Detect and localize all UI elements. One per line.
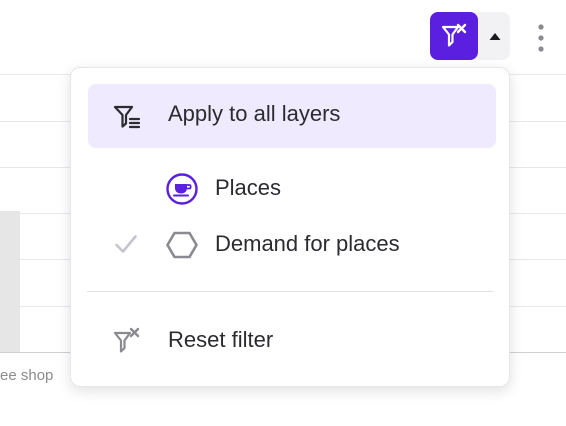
reset-filter-item[interactable]: Reset filter (88, 318, 496, 362)
caret-up-icon (489, 33, 501, 40)
layer-label-places: Places (215, 175, 282, 200)
filter-dropdown-menu: Apply to all layers Places Demand for pl… (70, 67, 510, 387)
menu-divider (87, 291, 493, 292)
layer-label-demand-for-places: Demand for places (215, 231, 400, 256)
cup-circle-icon (166, 173, 198, 205)
more-options-button[interactable] (526, 18, 556, 58)
filter-clear-icon (113, 327, 140, 353)
filter-list-icon (113, 105, 141, 129)
filter-button[interactable] (430, 12, 478, 60)
chart-category-label: ee shop (0, 367, 54, 384)
check-icon (115, 235, 137, 253)
hexagon-icon (166, 231, 198, 259)
more-vertical-icon (538, 24, 544, 52)
chart-bar (0, 211, 20, 352)
apply-to-all-layers-label: Apply to all layers (168, 101, 341, 126)
filter-menu-caret-button[interactable] (480, 12, 510, 60)
reset-filter-label: Reset filter (168, 327, 274, 352)
apply-to-all-layers-item[interactable]: Apply to all layers (88, 84, 496, 148)
layer-item-demand-for-places[interactable]: Demand for places (111, 224, 491, 264)
filter-clear-icon (441, 23, 467, 47)
screen: ee shop Apply to all layers Places Deman… (0, 0, 566, 426)
layer-item-places[interactable]: Places (161, 168, 481, 208)
